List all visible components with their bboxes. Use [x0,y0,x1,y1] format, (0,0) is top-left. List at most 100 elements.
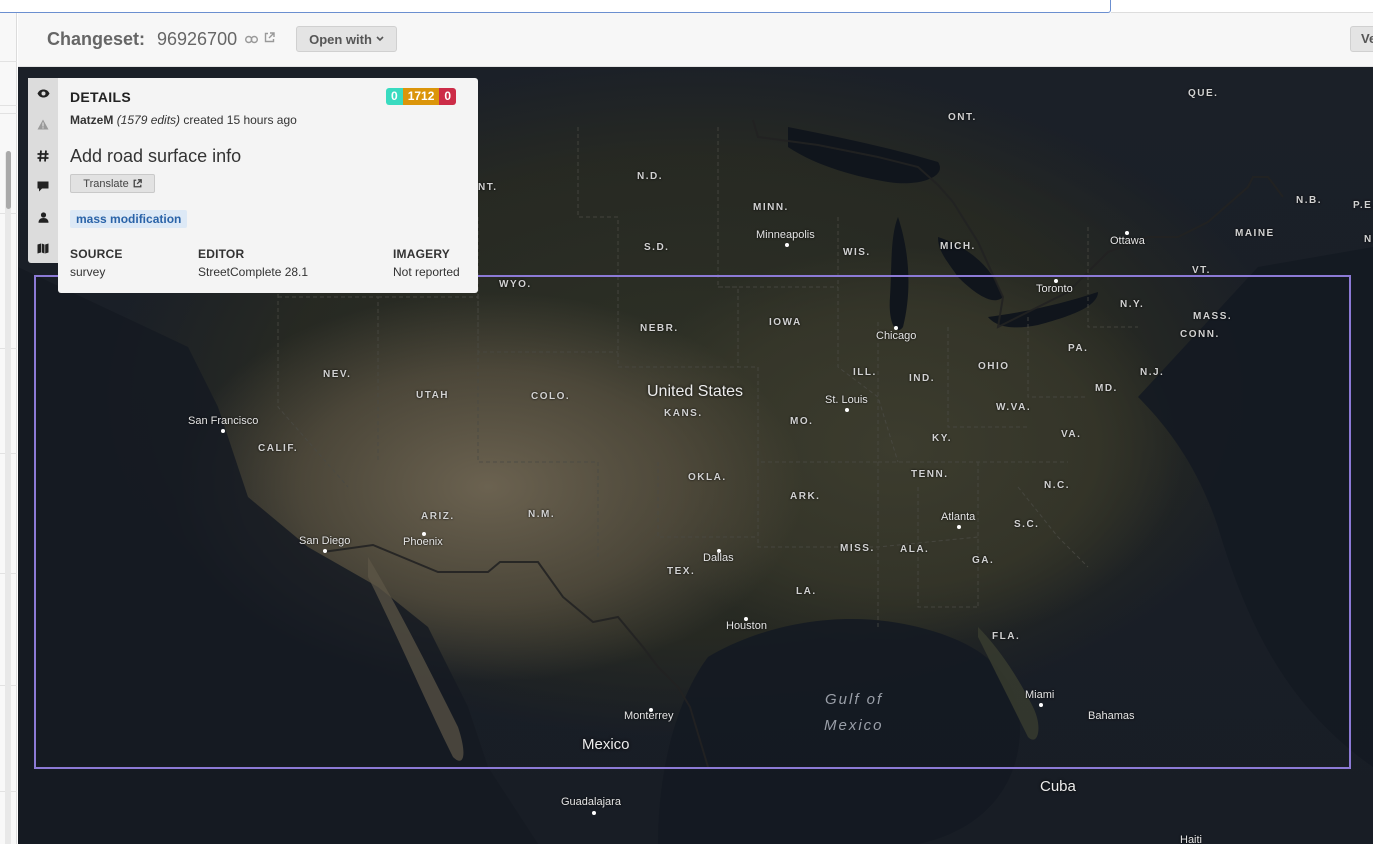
open-with-label: Open with [309,31,372,47]
user-edit-count: (1579 edits) [116,113,181,127]
list-divider [0,61,17,62]
city-label: Monterrey [624,710,674,722]
external-link-icon[interactable] [264,32,275,46]
list-divider [0,105,17,106]
state-label: N.B. [1296,195,1322,206]
state-label: ARK. [790,491,821,502]
country-label: United States [647,383,744,400]
imagery-value: Not reported [393,265,460,279]
state-label: S.D. [644,242,670,253]
state-label: TEX. [667,566,696,577]
state-label: ONT. [948,112,977,123]
state-label: VT. [1192,265,1211,276]
open-with-button[interactable]: Open with [296,26,397,52]
state-label: IOWA [769,317,802,328]
state-label: ARIZ. [421,511,455,522]
state-label: VA. [1061,429,1082,440]
state-label: CONN. [1180,329,1220,340]
city-label: Miami [1025,689,1055,701]
state-label: N.Y. [1120,299,1145,310]
state-label: PA. [1068,343,1089,354]
panel-title: DETAILS [70,89,131,105]
username-link[interactable]: MatzeM [70,113,113,127]
city-label: Dallas [703,552,734,564]
change-counts: 0 1712 0 [386,88,457,105]
hashtag-badge[interactable]: mass modification [70,210,188,228]
tab-details[interactable] [28,78,58,109]
city-label: Ottawa [1110,235,1145,247]
imagery-label: IMAGERY [393,247,450,261]
state-label: FLA. [992,631,1021,642]
city-label: Haiti [1180,834,1203,844]
scrollbar-track[interactable] [5,151,11,844]
comment-icon [37,181,49,192]
link-icon[interactable] [244,33,259,47]
water-label: Mexico [824,717,884,734]
state-label: N.M. [528,509,556,520]
tab-map-features[interactable] [28,233,58,264]
city-label: Guadalajara [561,796,621,808]
translate-button[interactable]: Translate [70,174,155,193]
changeset-id: 96926700 [157,29,238,49]
state-label: MO. [790,416,814,427]
search-input[interactable] [0,0,1111,13]
state-label: ALA. [900,544,930,555]
state-label: GA. [972,555,995,566]
create-count-badge: 0 [386,88,403,105]
changeset-meta: MatzeM (1579 edits) created 15 hours ago [70,113,297,127]
city-dot [845,408,849,412]
state-label: MISS. [840,543,875,554]
list-divider [0,113,17,114]
source-label: SOURCE [70,247,123,261]
city-dot [1039,703,1043,707]
tab-flags[interactable] [28,109,58,140]
water-label: Gulf of [825,691,884,708]
view-button[interactable]: Ve [1350,26,1373,52]
changeset-list-sidebar [0,13,17,844]
editor-label: EDITOR [198,247,245,261]
source-field: SOURCE survey [70,247,123,279]
source-value: survey [70,265,106,279]
details-tabs [28,78,58,263]
scrollbar-thumb[interactable] [6,151,11,209]
city-label: St. Louis [825,394,868,406]
changeset-label: Changeset: [47,29,146,49]
state-label: W.VA. [996,402,1032,413]
state-label: KY. [932,433,953,444]
tab-discussion[interactable] [28,171,58,202]
editor-field: EDITOR StreetComplete 28.1 [198,247,308,279]
city-dot [592,811,596,815]
state-label: N. [1364,234,1373,245]
city-label: San Francisco [188,415,259,427]
state-label: KANS. [664,408,703,419]
created-time: created 15 hours ago [183,113,297,127]
state-label: MICH. [940,241,976,252]
state-label: S.C. [1014,519,1040,530]
state-label: WYO. [499,279,532,290]
state-label: MAINE [1235,228,1275,239]
tab-user[interactable] [28,202,58,233]
modify-count-badge: 1712 [402,88,440,105]
state-label: N.C. [1044,480,1070,491]
changeset-comment: Add road surface info [70,146,242,166]
state-label: MD. [1095,383,1118,394]
city-label: Houston [726,620,767,632]
state-label: WIS. [843,247,871,258]
state-label: MASS. [1193,311,1233,322]
changeset-header: Changeset: 96926700 Open with Ve [18,13,1373,67]
warning-icon [37,119,49,130]
user-icon [38,212,48,223]
delete-count-badge: 0 [439,88,457,105]
state-label: NEV. [323,369,352,380]
state-label: UTAH [416,390,450,401]
changeset-bounding-box [34,275,1351,769]
state-label: P.E. [1353,200,1373,211]
map-icon [37,243,49,254]
imagery-field: IMAGERY Not reported [393,247,460,279]
city-dot [785,243,789,247]
city-label: Toronto [1036,283,1073,295]
external-link-icon [133,179,142,188]
state-label: NEBR. [640,323,679,334]
tab-tags[interactable] [28,140,58,171]
state-label: QUE. [1188,88,1219,99]
